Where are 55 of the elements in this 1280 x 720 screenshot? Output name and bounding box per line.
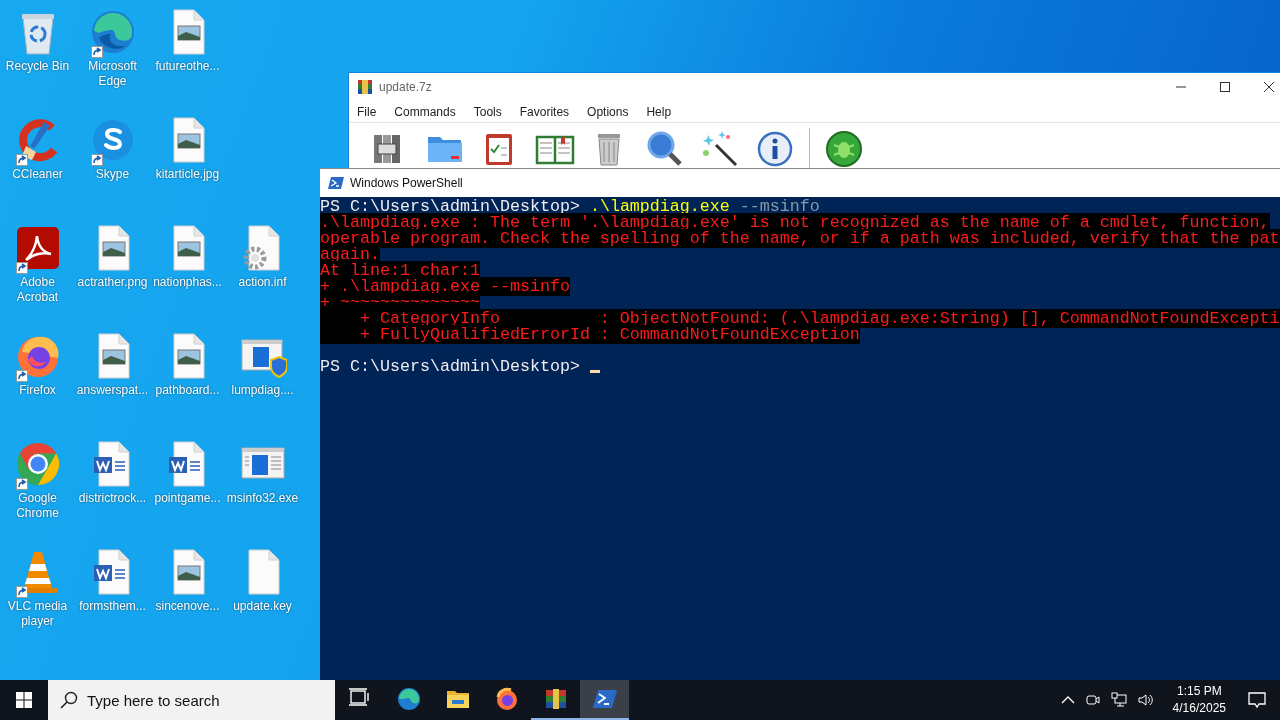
camera-icon[interactable] — [1084, 692, 1101, 708]
desktop-icon[interactable]: districtrock... — [75, 432, 150, 540]
network-icon[interactable] — [1110, 692, 1127, 708]
error-text: + FullyQualifiedErrorId : CommandNotFoundException — [320, 325, 860, 344]
desktop-icon[interactable]: answerspat... — [75, 324, 150, 432]
archive-app-icon — [357, 79, 373, 95]
desktop-icon[interactable]: CCleaner — [0, 108, 75, 216]
menu-item[interactable]: Options — [587, 104, 629, 119]
desktop-icon[interactable]: Google Chrome — [0, 432, 75, 540]
windows-logo-icon — [16, 692, 32, 708]
error-text: operable program. Check the spelling of the name, or if a path was included, verify that the pat — [320, 229, 1280, 248]
desktop-icon[interactable]: Firefox — [0, 324, 75, 432]
desktop-icon[interactable]: formsthem... — [75, 540, 150, 648]
speaker-icon[interactable] — [1136, 692, 1155, 708]
bug-icon — [824, 129, 864, 169]
books-icon — [543, 687, 568, 711]
speech-bubble-icon — [1247, 690, 1267, 710]
menu-item[interactable]: Tools — [473, 104, 502, 119]
magic-wand-icon — [700, 129, 740, 169]
window-title: update.7z — [379, 80, 432, 94]
desktop-icon[interactable]: Recycle Bin — [0, 0, 75, 108]
desktop-icon[interactable]: lumpdiag.... — [225, 324, 300, 432]
terminal-app-icon — [328, 175, 344, 191]
desktop-icon[interactable]: msinfo32.exe — [225, 432, 300, 540]
menu-item[interactable]: File — [357, 104, 377, 119]
desktop-icon[interactable]: sincenove... — [150, 540, 225, 648]
info-icon — [755, 129, 795, 169]
desktop-icon[interactable]: kitarticle.jpg — [150, 108, 225, 216]
toolbar-button[interactable] — [823, 128, 865, 170]
maximize-icon[interactable] — [1219, 81, 1231, 93]
command-text: .\lampdiag.exe — [589, 197, 730, 216]
desktop-icon[interactable]: pointgame... — [150, 432, 225, 540]
menu-item[interactable]: Commands — [394, 104, 456, 119]
desktop-icon[interactable]: Skype — [75, 108, 150, 216]
menu-item[interactable]: Help — [646, 104, 672, 119]
desktop-icon[interactable]: actrather.png — [75, 216, 150, 324]
wave-logo-icon — [396, 687, 421, 711]
terminal-app-icon — [592, 687, 617, 711]
desktop-icon[interactable]: Microsoft Edge — [75, 0, 150, 108]
desktop-icon[interactable]: action.inf — [225, 216, 300, 324]
desktop-icon[interactable]: nationphas... — [150, 216, 225, 324]
desktop-icon[interactable]: VLC media player — [0, 540, 75, 648]
fox-logo-icon — [494, 687, 519, 711]
search-field[interactable]: Type here to search — [48, 680, 335, 720]
prompt-text: PS C:\Users\admin\Desktop> — [320, 359, 581, 375]
desktop-icon[interactable]: futureothe... — [150, 0, 225, 108]
desktop-icon[interactable]: Adobe Acrobat — [0, 216, 75, 324]
desktop-icon[interactable]: pathboard... — [150, 324, 225, 432]
desktop-icon[interactable]: update.key — [225, 540, 300, 648]
window-title: Windows PowerShell — [350, 176, 463, 190]
prompt-text: PS C:\Users\admin\Desktop> — [320, 197, 581, 216]
menu-item[interactable]: Favorites — [519, 104, 570, 119]
clock-button[interactable]: 1:15 PM 4/16/2025 — [1164, 680, 1234, 720]
close-icon[interactable] — [1263, 81, 1275, 93]
parameter-text: --msinfo — [738, 197, 820, 216]
